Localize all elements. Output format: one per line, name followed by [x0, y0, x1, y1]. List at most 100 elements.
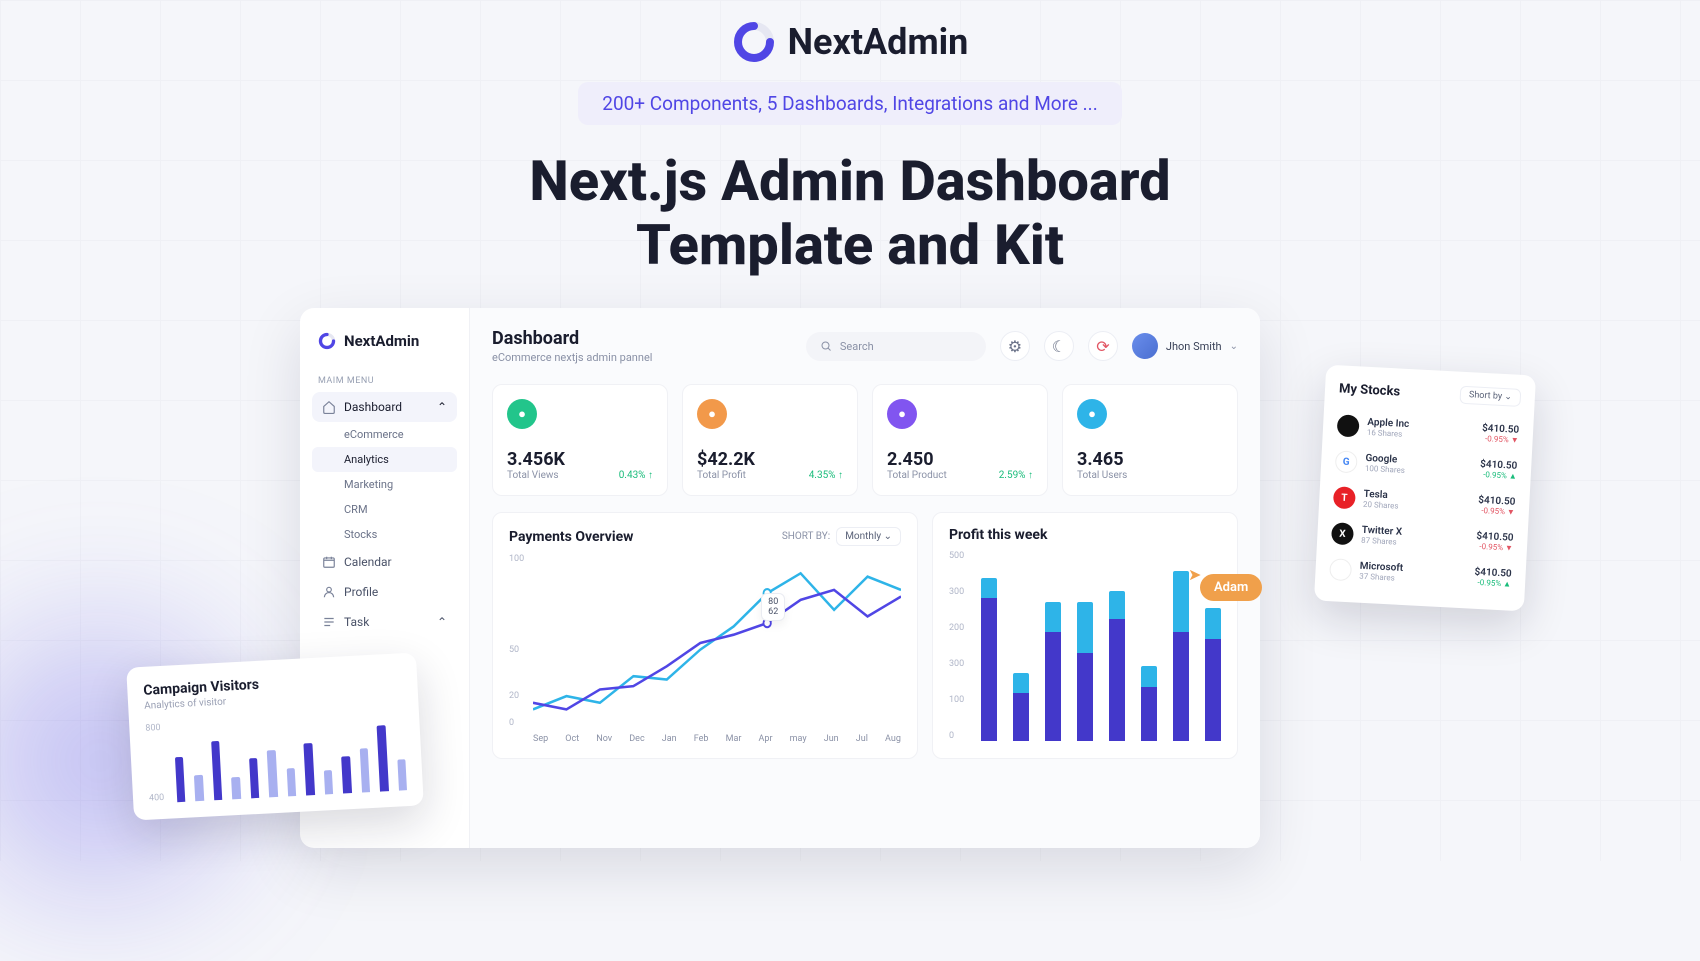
stat-icon: ●: [887, 399, 917, 429]
bar: [397, 759, 407, 791]
dashboard-window: NextAdmin MAIM MENU Dashboard ⌃ eCommerc…: [300, 308, 1260, 848]
stock-logo-icon: [1329, 558, 1352, 581]
profit-title: Profit this week: [949, 527, 1047, 543]
stat-icon: ●: [507, 399, 537, 429]
payments-chart: 100 50 20 0 8062 SepOctNovDecJanFebMarAp…: [509, 554, 901, 744]
profit-chart: 5003002003001000: [949, 551, 1221, 741]
gear-icon: ⚙: [1008, 337, 1022, 356]
stocks-card: My Stocks Short by ⌄ Apple Inc16 Shares …: [1314, 365, 1536, 612]
bar: [286, 768, 296, 796]
bar: [1013, 673, 1029, 741]
bar: [359, 748, 370, 792]
bar: [1173, 571, 1189, 741]
stocks-sort[interactable]: Short by ⌄: [1460, 386, 1522, 407]
moon-icon: ☾: [1052, 337, 1066, 356]
hero-title: Next.js Admin DashboardTemplate and Kit: [0, 149, 1700, 278]
bar: [1109, 591, 1125, 741]
settings-button[interactable]: ⚙: [1000, 331, 1030, 361]
payments-title: Payments Overview: [509, 529, 633, 545]
theme-toggle-button[interactable]: ☾: [1044, 331, 1074, 361]
user-icon: [322, 585, 336, 599]
stat-label: Total Product: [887, 470, 947, 481]
stat-card: ● $42.2K Total Profit 4.35% ↑: [682, 384, 858, 496]
sidebar-sub-marketing[interactable]: Marketing: [312, 472, 457, 497]
sidebar-section-label: MAIM MENU: [312, 368, 457, 392]
sidebar-item-calendar[interactable]: Calendar: [312, 547, 457, 577]
stock-logo-icon: G: [1335, 450, 1358, 473]
bar: [231, 777, 241, 799]
stat-label: Total Views: [507, 470, 559, 481]
sidebar-sub-analytics[interactable]: Analytics: [312, 447, 457, 472]
list-icon: [322, 615, 336, 629]
chevron-up-icon: ⌃: [437, 400, 447, 414]
bar: [1045, 602, 1061, 741]
bar: [1077, 602, 1093, 741]
hero-brand: NextAdmin: [0, 20, 1700, 64]
avatar: [1132, 333, 1158, 359]
stat-icon: ●: [697, 399, 727, 429]
notifications-button[interactable]: ⟳: [1088, 331, 1118, 361]
bell-icon: ⟳: [1096, 337, 1109, 356]
bar: [304, 743, 315, 796]
user-menu[interactable]: Jhon Smith ⌄: [1132, 333, 1238, 359]
stat-value: 3.456K: [507, 449, 653, 470]
stat-value: 2.450: [887, 449, 1033, 470]
stat-change: 4.35% ↑: [809, 470, 843, 481]
hero-pill: 200+ Components, 5 Dashboards, Integrati…: [578, 82, 1121, 125]
home-icon: [322, 400, 336, 414]
stat-card: ● 3.456K Total Views 0.43% ↑: [492, 384, 668, 496]
sidebar-item-profile[interactable]: Profile: [312, 577, 457, 607]
stat-value: $42.2K: [697, 449, 843, 470]
stocks-title: My Stocks: [1339, 381, 1401, 399]
page-title: Dashboard: [492, 328, 792, 349]
stock-logo-icon: [1337, 414, 1360, 437]
hero-brand-text: NextAdmin: [788, 21, 969, 63]
bar: [1205, 608, 1221, 741]
bar: [211, 740, 223, 800]
sidebar-sub-stocks[interactable]: Stocks: [312, 522, 457, 547]
bar: [194, 775, 204, 802]
sidebar-sub-ecommerce[interactable]: eCommerce: [312, 422, 457, 447]
page-subtitle: eCommerce nextjs admin pannel: [492, 351, 792, 364]
chevron-down-icon: ⌄: [1230, 341, 1238, 352]
brand-logo-icon: [732, 20, 776, 64]
bar: [267, 750, 278, 798]
stock-logo-icon: X: [1331, 522, 1354, 545]
sort-dropdown[interactable]: Monthly ⌄: [836, 527, 901, 546]
payments-card: Payments Overview SHORT BY: Monthly ⌄ 10…: [492, 512, 918, 759]
campaign-chart: 800400: [145, 710, 407, 803]
topbar: Dashboard eCommerce nextjs admin pannel …: [492, 328, 1238, 364]
cursor-label: Adam: [1200, 574, 1262, 601]
stat-value: 3.465: [1077, 449, 1223, 470]
profit-card: Profit this week 5003002003001000: [932, 512, 1238, 759]
bar: [377, 725, 389, 792]
bar: [1141, 666, 1157, 741]
stock-logo-icon: T: [1333, 486, 1356, 509]
stat-change: 0.43% ↑: [619, 470, 653, 481]
search-icon: [820, 340, 832, 352]
bar: [175, 756, 186, 802]
sidebar-item-dashboard[interactable]: Dashboard ⌃: [312, 392, 457, 422]
chevron-down-icon: ⌄: [884, 531, 892, 542]
stat-change: 2.59% ↑: [999, 470, 1033, 481]
calendar-icon: [322, 555, 336, 569]
sidebar-brand[interactable]: NextAdmin: [312, 332, 457, 368]
stat-icon: ●: [1077, 399, 1107, 429]
cursor-icon: ➤: [1188, 565, 1201, 584]
stat-card: ● 3.465 Total Users: [1062, 384, 1238, 496]
main-content: Dashboard eCommerce nextjs admin pannel …: [470, 308, 1260, 848]
stat-label: Total Profit: [697, 470, 746, 481]
sort-control: SHORT BY: Monthly ⌄: [782, 527, 901, 546]
chart-tooltip: 8062: [761, 593, 785, 621]
brand-logo-icon: [318, 332, 336, 350]
search-input[interactable]: Search: [806, 332, 986, 361]
bar: [341, 756, 351, 793]
stat-card: ● 2.450 Total Product 2.59% ↑: [872, 384, 1048, 496]
stats-row: ● 3.456K Total Views 0.43% ↑● $42.2K Tot…: [492, 384, 1238, 496]
campaign-card: Campaign Visitors Analytics of visitor 8…: [126, 653, 424, 821]
sidebar-sub-crm[interactable]: CRM: [312, 497, 457, 522]
stat-label: Total Users: [1077, 470, 1127, 481]
bar: [324, 770, 334, 795]
chevron-up-icon: ⌃: [437, 615, 447, 629]
sidebar-item-task[interactable]: Task ⌃: [312, 607, 457, 637]
